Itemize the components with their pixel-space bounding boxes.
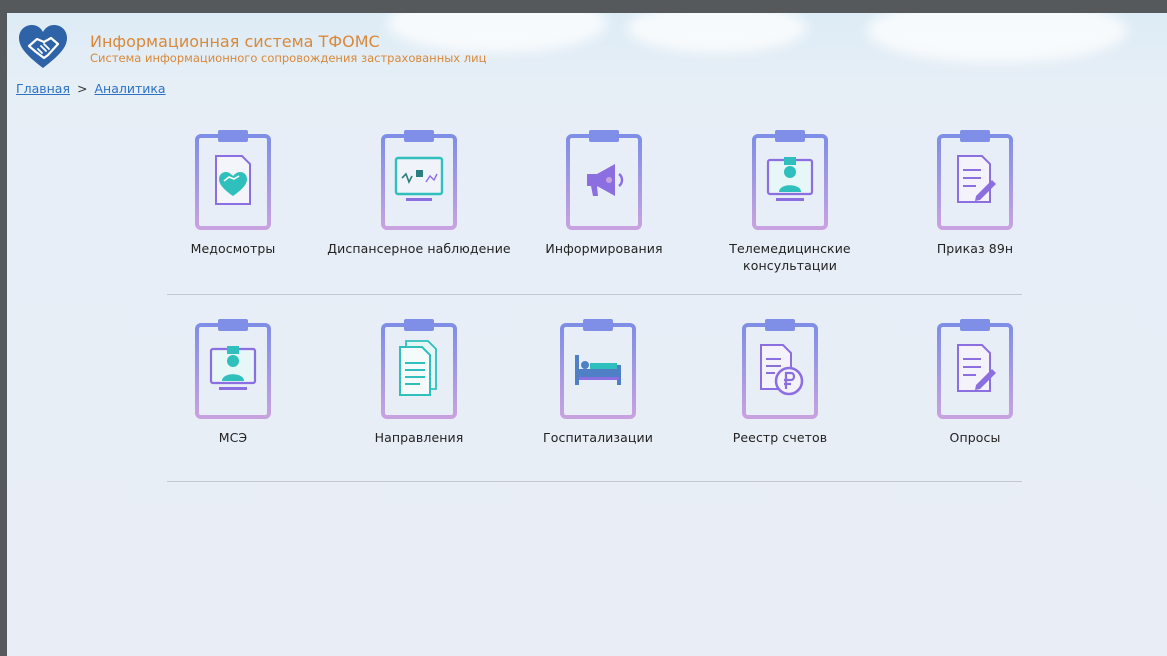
breadcrumb-link-analytics[interactable]: Аналитика <box>94 81 165 96</box>
header: Информационная система ТФОМС Система инф… <box>7 13 1167 83</box>
clipboard-document-pen-icon <box>937 319 1013 419</box>
clipboard-doctor-monitor-icon <box>195 319 271 419</box>
tile-label: Госпитализации <box>543 430 653 445</box>
tile-napravleniya[interactable]: Направления <box>324 319 514 446</box>
tile-label: Диспансерное наблюдение <box>327 241 511 256</box>
page-frame: Информационная система ТФОМС Система инф… <box>7 13 1167 656</box>
tile-prikaz-89n[interactable]: Приказ 89н <box>880 130 1070 257</box>
row-divider <box>167 294 1022 295</box>
app-title: Информационная система ТФОМС <box>90 32 380 51</box>
tile-label: Информирования <box>545 241 663 256</box>
logo-heart-handshake-icon <box>19 25 67 68</box>
clipboard-doctor-monitor-icon <box>752 130 828 230</box>
tile-label: МСЭ <box>218 430 248 445</box>
clipboard-document-pen-icon <box>937 130 1013 230</box>
tile-label: Направления <box>374 430 464 445</box>
tile-mse[interactable]: МСЭ <box>138 319 328 446</box>
tile-informirovaniya[interactable]: Информирования <box>509 130 699 257</box>
tile-dispansernoe[interactable]: Диспансерное наблюдение <box>324 130 514 257</box>
tile-oprosy[interactable]: Опросы <box>880 319 1070 446</box>
clipboard-heart-document-icon <box>195 130 271 230</box>
row-divider <box>167 481 1022 482</box>
tile-medosmotry[interactable]: Медосмотры <box>138 130 328 257</box>
tile-reestr-schetov[interactable]: Реестр счетов <box>685 319 875 446</box>
clipboard-ruble-document-icon <box>742 319 818 419</box>
tile-label: Опросы <box>949 430 1001 445</box>
breadcrumb: Главная > Аналитика <box>16 81 166 96</box>
tile-label: Приказ 89н <box>936 241 1014 256</box>
breadcrumb-link-home[interactable]: Главная <box>16 81 70 96</box>
tile-label: Реестр счетов <box>732 430 828 445</box>
tile-label: Медосмотры <box>190 241 276 256</box>
tile-gospitalizatsii[interactable]: Госпитализации <box>503 319 693 446</box>
clipboard-megaphone-icon <box>566 130 642 230</box>
app-subtitle: Система информационного сопровождения за… <box>90 51 487 65</box>
breadcrumb-separator: > <box>77 81 88 96</box>
clipboard-documents-stack-icon <box>381 319 457 419</box>
tile-label: Телемедицинские консультации <box>729 241 851 273</box>
tile-telemeditsinskie[interactable]: Телемедицинские консультации <box>695 130 885 274</box>
clipboard-hospital-bed-icon <box>560 319 636 419</box>
clipboard-monitor-chart-icon <box>381 130 457 230</box>
